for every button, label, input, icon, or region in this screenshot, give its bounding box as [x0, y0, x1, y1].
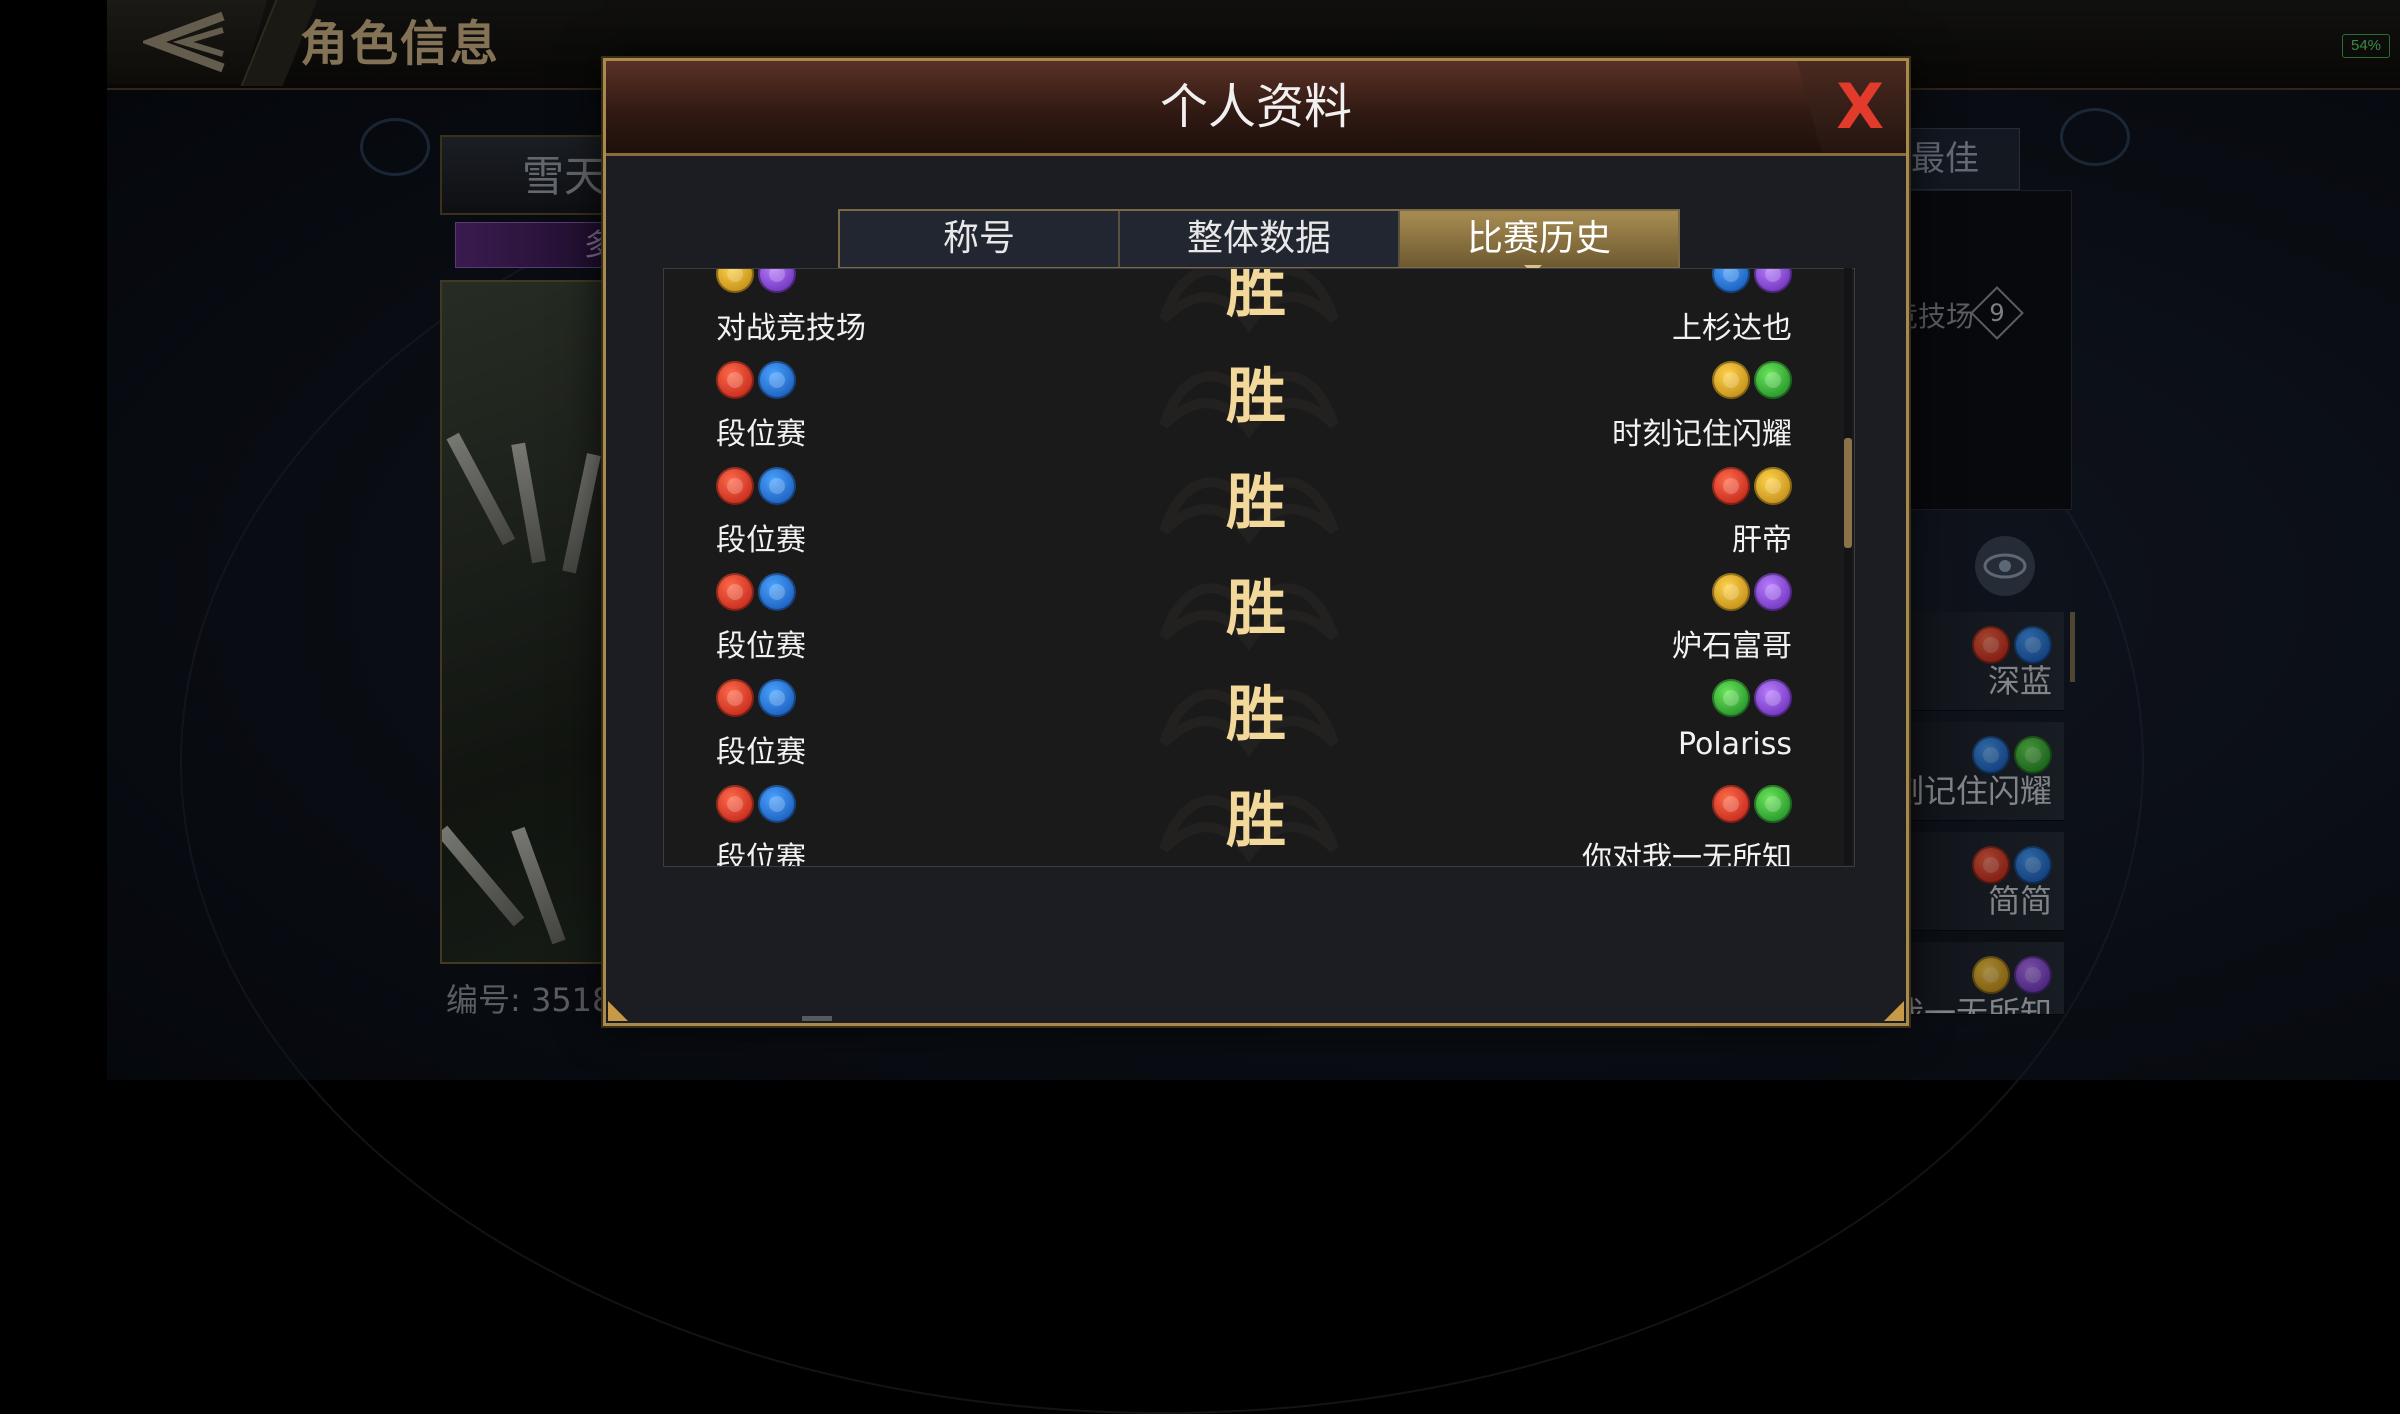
opponent-name: 炉石富哥 — [1672, 629, 1792, 664]
match-mode: 段位赛 — [716, 417, 806, 452]
opponent-name: 时刻记住闪耀 — [1612, 417, 1792, 452]
class-icon — [1754, 679, 1792, 717]
class-icon — [1712, 269, 1750, 293]
match-result: 胜 — [1226, 362, 1286, 432]
class-icon — [716, 573, 754, 611]
opponent-class-icons — [1712, 679, 1792, 717]
match-mode: 段位赛 — [716, 735, 806, 770]
class-icon — [716, 269, 754, 293]
opponent-class-icons — [1712, 269, 1792, 293]
class-icon — [716, 785, 754, 823]
match-result: 胜 — [1226, 268, 1286, 326]
profile-tabs: 称号 整体数据 比赛历史 — [838, 209, 1680, 269]
match-result: 胜 — [1226, 574, 1286, 644]
my-class-icons — [716, 573, 796, 611]
class-icon — [1754, 573, 1792, 611]
match-mode: 段位赛 — [716, 841, 806, 867]
class-icon — [1712, 573, 1750, 611]
opponent-class-icons — [1712, 361, 1792, 399]
opponent-name: 上杉达也 — [1672, 311, 1792, 346]
tab-titles[interactable]: 称号 — [840, 211, 1120, 267]
class-icon — [1712, 467, 1750, 505]
class-icon — [1754, 785, 1792, 823]
opponent-class-icons — [1712, 467, 1792, 505]
bottom-indicator — [802, 1016, 832, 1021]
class-icon — [1754, 269, 1792, 293]
class-icon — [716, 361, 754, 399]
match-row[interactable]: 段位赛 胜 Polariss — [664, 665, 1854, 773]
class-icon — [758, 269, 796, 293]
match-mode: 段位赛 — [716, 629, 806, 664]
match-mode: 对战竞技场 — [716, 311, 866, 346]
class-icon — [758, 785, 796, 823]
class-icon — [1754, 361, 1792, 399]
close-icon[interactable]: X — [1836, 67, 1884, 147]
match-row[interactable]: 段位赛 胜炉石富哥 — [664, 559, 1854, 667]
match-result: 胜 — [1226, 468, 1286, 538]
class-icon — [758, 361, 796, 399]
opponent-class-icons — [1712, 785, 1792, 823]
opponent-class-icons — [1712, 573, 1792, 611]
profile-dialog: 个人资料 X 称号 整体数据 比赛历史 对战竞技场胜上杉达也 段位赛胜时刻记住闪耀… — [603, 58, 1909, 1026]
tab-overall-stats[interactable]: 整体数据 — [1120, 211, 1400, 267]
match-mode: 段位赛 — [716, 523, 806, 558]
class-icon — [1712, 679, 1750, 717]
match-result: 胜 — [1226, 680, 1286, 750]
opponent-name: 你对我一无所知 — [1582, 841, 1792, 867]
my-class-icons — [716, 467, 796, 505]
corner-ornament — [1884, 1001, 1904, 1021]
class-icon — [758, 679, 796, 717]
scroll-thumb[interactable] — [1844, 438, 1852, 548]
my-class-icons — [716, 269, 796, 293]
corner-ornament — [608, 1001, 628, 1021]
match-row[interactable]: 对战竞技场 胜上杉达也 — [664, 268, 1854, 349]
match-list-scrollbar[interactable] — [1844, 268, 1852, 865]
opponent-name: Polariss — [1677, 727, 1792, 762]
opponent-name: 肝帝 — [1732, 523, 1792, 558]
match-row[interactable]: 段位赛 胜时刻记住闪耀 — [664, 347, 1854, 455]
class-icon — [758, 467, 796, 505]
match-history-list[interactable]: 对战竞技场胜上杉达也 段位赛胜时刻记住闪耀 段位赛胜肝帝 段位赛胜炉石富哥 段位赛胜 Po… — [663, 268, 1855, 867]
tab-match-history[interactable]: 比赛历史 — [1400, 211, 1678, 267]
class-icon — [758, 573, 796, 611]
class-icon — [1712, 361, 1750, 399]
match-row[interactable]: 段位赛 胜你对我一无所知 — [664, 771, 1854, 867]
class-icon — [716, 679, 754, 717]
match-row[interactable]: 段位赛 胜肝帝 — [664, 453, 1854, 561]
class-icon — [1712, 785, 1750, 823]
class-icon — [1754, 467, 1792, 505]
my-class-icons — [716, 361, 796, 399]
dialog-title: 个人资料 — [1159, 79, 1352, 135]
my-class-icons — [716, 785, 796, 823]
class-icon — [716, 467, 754, 505]
match-result: 胜 — [1226, 786, 1286, 856]
my-class-icons — [716, 679, 796, 717]
